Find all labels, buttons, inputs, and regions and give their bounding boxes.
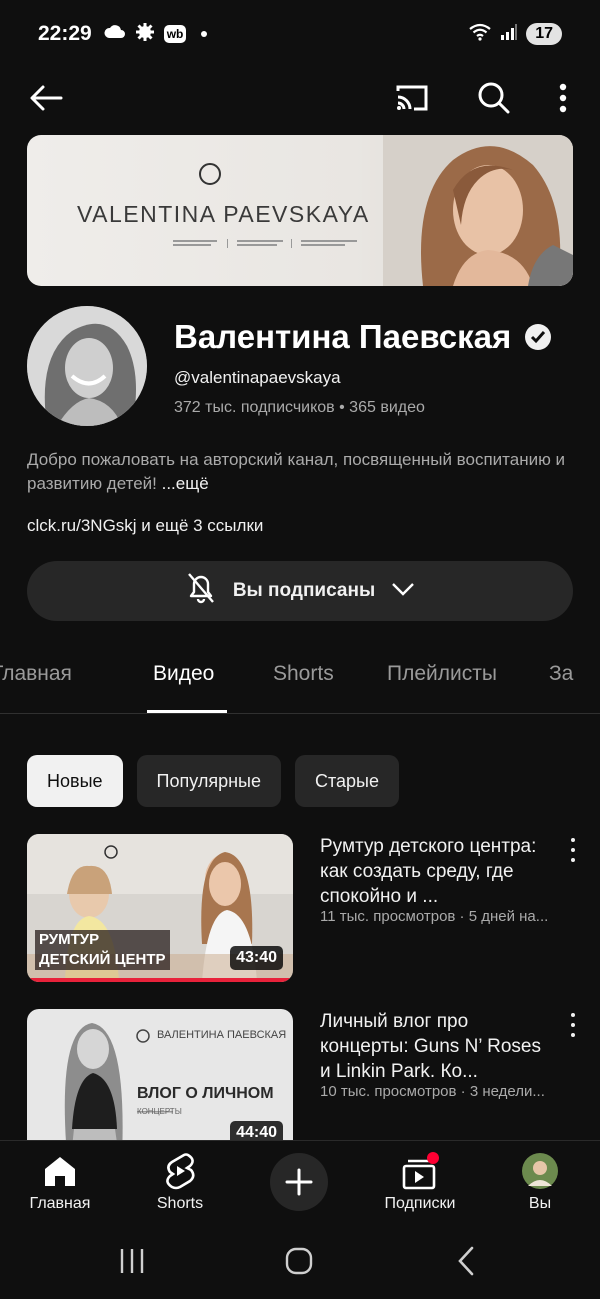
search-icon[interactable]	[474, 78, 514, 118]
channel-handle: @valentinapaevskaya	[174, 368, 341, 387]
nav-subscriptions-label: Подписки	[384, 1195, 456, 1212]
chip-popular[interactable]: Популярные	[136, 755, 281, 807]
tab-home[interactable]: Главная	[0, 662, 72, 686]
system-navigation-bar	[0, 1230, 600, 1299]
video-meta: 10 тыс. просмотров · 3 недели...	[320, 1083, 545, 1100]
cloud-icon	[104, 24, 126, 44]
back-arrow-icon[interactable]	[26, 78, 66, 118]
top-app-bar	[0, 68, 600, 128]
channel-title: Валентина Паевская	[174, 318, 552, 356]
tab-videos[interactable]: Видео	[153, 662, 214, 686]
video-title[interactable]: Румтур детского центра: как создать сред…	[320, 834, 555, 909]
chip-oldest[interactable]: Старые	[294, 755, 399, 807]
video-thumbnail[interactable]: ВАЛЕНТИНА ПАЕВСКАЯ ВЛОГ О ЛИЧНОМ КОНЦЕРТ…	[27, 1009, 293, 1157]
tab-more[interactable]: За	[549, 662, 573, 686]
video-item[interactable]: РУМТУР ДЕТСКИЙ ЦЕНТР 43:40 Румтур детско…	[27, 834, 587, 984]
battery-indicator: 17	[526, 23, 562, 45]
status-bar: 22:29 wb 17	[0, 0, 600, 68]
status-system-icons: 17	[468, 23, 562, 46]
channel-description[interactable]: Добро пожаловать на авторский канал, пос…	[27, 448, 577, 496]
nav-subscriptions[interactable]: Подписки	[370, 1151, 470, 1213]
description-text: Добро пожаловать на авторский канал, пос…	[27, 450, 566, 493]
verified-check-icon	[525, 324, 552, 350]
video-thumbnail[interactable]: РУМТУР ДЕТСКИЙ ЦЕНТР 43:40	[27, 834, 293, 982]
active-tab-indicator	[147, 710, 227, 713]
bottom-navigation: Главная Shorts Подписки Вы	[0, 1140, 600, 1230]
nav-shorts[interactable]: Shorts	[130, 1151, 230, 1213]
thumbnail-subtitle: КОНЦЕРТЫ	[137, 1107, 182, 1116]
subscribed-label: Вы подписаны	[232, 580, 376, 601]
home-icon	[10, 1151, 110, 1191]
thumbnail-caption-line-2: ДЕТСКИЙ ЦЕНТР	[39, 951, 166, 968]
nav-home[interactable]: Главная	[10, 1151, 110, 1213]
video-more-icon[interactable]	[563, 838, 583, 862]
shorts-icon	[130, 1151, 230, 1191]
chevron-down-icon	[391, 580, 415, 602]
channel-banner: VALENTINA PAEVSKAYA	[27, 135, 573, 286]
tab-shorts[interactable]: Shorts	[273, 662, 334, 686]
notifications-off-icon	[185, 571, 217, 611]
banner-channel-name: VALENTINA PAEVSKAYA	[77, 201, 370, 227]
more-vert-icon[interactable]	[543, 78, 583, 118]
video-duration: 43:40	[230, 946, 283, 970]
home-system-icon[interactable]	[285, 1247, 313, 1280]
subscribed-button[interactable]: Вы подписаны	[27, 561, 573, 621]
description-more-link[interactable]: ...ещё	[162, 474, 209, 493]
you-avatar	[490, 1151, 590, 1191]
channel-avatar[interactable]	[27, 306, 147, 426]
thumbnail-title: ВЛОГ О ЛИЧНОМ	[137, 1085, 274, 1102]
video-title[interactable]: Личный влог про концерты: Guns N’ Roses …	[320, 1009, 555, 1084]
chip-newest[interactable]: Новые	[27, 755, 123, 807]
nav-you[interactable]: Вы	[490, 1151, 590, 1213]
sort-chips: Новые Популярные Старые	[27, 755, 399, 807]
nav-shorts-label: Shorts	[156, 1195, 204, 1212]
thumbnail-brand: ВАЛЕНТИНА ПАЕВСКАЯ	[157, 1029, 287, 1041]
video-meta: 11 тыс. просмотров · 5 дней на...	[320, 908, 549, 925]
thumbnail-caption-line-1: РУМТУР	[39, 931, 100, 948]
recent-apps-icon[interactable]	[118, 1248, 146, 1279]
banner-tagline-decoration	[173, 239, 373, 249]
banner-logo-icon	[199, 163, 221, 185]
video-item[interactable]: ВАЛЕНТИНА ПАЕВСКАЯ ВЛОГ О ЛИЧНОМ КОНЦЕРТ…	[27, 1009, 587, 1159]
gear-notification-icon	[135, 22, 155, 47]
status-notification-icons: wb	[104, 22, 208, 47]
create-button[interactable]	[270, 1153, 328, 1211]
signal-icon	[500, 23, 518, 45]
channel-tabs: Главная Видео Shorts Плейлисты За	[0, 648, 600, 714]
wb-app-icon: wb	[163, 25, 187, 43]
wifi-icon	[468, 23, 492, 46]
cast-icon[interactable]	[392, 78, 432, 118]
plus-icon	[285, 1168, 313, 1196]
status-time: 22:29	[38, 22, 92, 45]
back-system-icon[interactable]	[456, 1246, 476, 1281]
channel-name-text: Валентина Паевская	[174, 318, 512, 355]
video-more-icon[interactable]	[563, 1013, 583, 1037]
thumbnail-caption: РУМТУР ДЕТСКИЙ ЦЕНТР	[35, 930, 170, 970]
subscriptions-icon	[370, 1151, 470, 1191]
channel-stats: 372 тыс. подписчиков • 365 видео	[174, 399, 425, 416]
channel-links[interactable]: clck.ru/3NGskj и ещё 3 ссылки	[27, 516, 263, 536]
nav-home-label: Главная	[29, 1195, 91, 1212]
nav-you-label: Вы	[528, 1195, 552, 1212]
more-notifications-dot	[201, 31, 208, 37]
banner-portrait-photo	[383, 135, 573, 286]
watched-progress-bar	[27, 978, 293, 982]
tab-playlists[interactable]: Плейлисты	[387, 662, 497, 686]
